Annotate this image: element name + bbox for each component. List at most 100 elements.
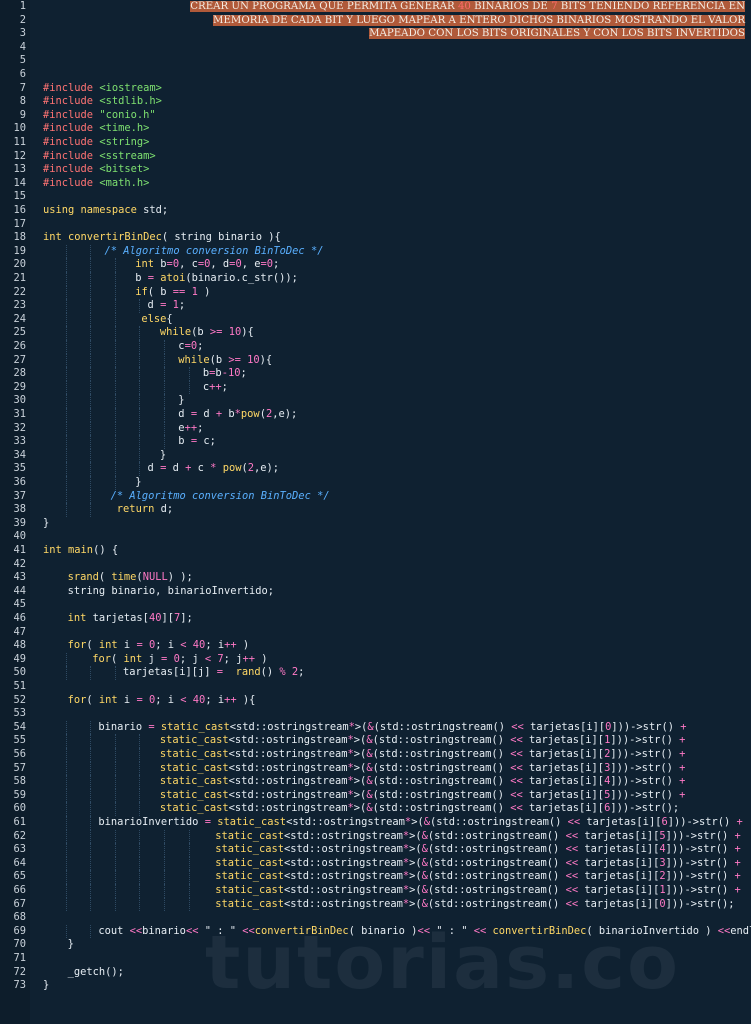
code-token: (std::ostringstream() — [427, 870, 566, 883]
code-line[interactable]: 14 #include <math.h> — [0, 177, 751, 191]
code-line[interactable]: 7 #include <iostream> — [0, 82, 751, 96]
code-line[interactable]: 66 static_cast<std::ostringstream*>(&(std… — [0, 884, 751, 898]
code-line[interactable]: 43 srand( time(NULL) ); — [0, 571, 751, 585]
code-line[interactable]: 51 — [0, 680, 751, 694]
code-line[interactable]: 12 #include <sstream> — [0, 150, 751, 164]
code-text: #include <bitset> — [43, 163, 149, 177]
indent-guide — [114, 748, 116, 762]
code-line[interactable]: 17 — [0, 218, 751, 232]
code-token: >( — [409, 843, 422, 856]
code-line[interactable]: 73} — [0, 979, 751, 993]
code-line[interactable]: 45 — [0, 598, 751, 612]
code-line[interactable]: 5 — [0, 54, 751, 68]
code-token: (std::ostringstream() — [373, 720, 512, 733]
code-line[interactable]: 72 _getch(); — [0, 966, 751, 980]
code-token: <string> — [99, 136, 150, 148]
code-line[interactable]: 2 MEMORIA DE CADA BIT Y LUEGO MAPEAR A EN… — [0, 14, 751, 28]
code-text: binario = static_cast<std::ostringstream… — [98, 721, 686, 735]
code-line[interactable]: 29 c++; — [0, 380, 751, 395]
code-line[interactable]: 11 #include <string> — [0, 136, 751, 150]
code-line[interactable]: 8 #include <stdlib.h> — [0, 95, 751, 109]
code-line[interactable]: 32 e++; — [0, 421, 751, 436]
code-line[interactable]: 49 for( int j = 0; j < 7; j++ ) — [0, 652, 751, 667]
code-line[interactable]: 70} — [0, 938, 751, 952]
code-line[interactable]: 30} — [0, 394, 751, 408]
code-token: >= — [228, 353, 241, 366]
code-line[interactable]: 15 — [0, 190, 751, 204]
code-line[interactable]: 6 — [0, 68, 751, 82]
code-line[interactable]: 46 int tarjetas[40][7]; — [0, 612, 751, 626]
code-line[interactable]: 39} — [0, 517, 751, 531]
code-line[interactable]: 55 static_cast<std::ostringstream*>(&(std… — [0, 734, 751, 748]
code-line[interactable]: 33 b = c; — [0, 435, 751, 449]
code-token: == — [172, 285, 186, 298]
indent-guide — [65, 666, 67, 680]
indent-guide — [164, 870, 165, 884]
code-line[interactable]: 50 tarjetas[i][j] = rand() % 2; — [0, 666, 751, 680]
code-line[interactable]: 27 while(b >= 10){ — [0, 353, 751, 368]
code-line[interactable]: 19 /* Algoritmo conversion BinToDec */ — [0, 244, 751, 259]
code-line[interactable]: 61 binarioInvertido = static_cast<std::os… — [0, 816, 751, 830]
indent-guide — [65, 652, 67, 667]
code-line[interactable]: 9 #include "conio.h" — [0, 109, 751, 123]
code-line[interactable]: 3 MAPEADO CON LOS BITS ORIGINALES Y CON L… — [0, 27, 751, 41]
code-line[interactable]: 56 static_cast<std::ostringstream*>(&(std… — [0, 748, 751, 762]
code-token: tarjetas[i][ — [523, 720, 606, 733]
code-line[interactable]: 41 int main() { — [0, 544, 751, 558]
code-line[interactable]: 47 — [0, 626, 751, 640]
code-line[interactable]: 25 while(b >= 10){ — [0, 326, 751, 340]
code-line[interactable]: 10 #include <time.h> — [0, 122, 751, 136]
code-line[interactable]: 13 #include <bitset> — [0, 163, 751, 177]
code-line[interactable]: 28 b=b-10; — [0, 367, 751, 381]
code-line[interactable]: 38 return d; — [0, 503, 751, 517]
code-line[interactable]: 24 else{ — [0, 312, 751, 327]
code-line[interactable]: 34} — [0, 448, 751, 463]
code-line[interactable]: 23 d = 1; — [0, 299, 751, 313]
code-token: binario — [142, 924, 186, 937]
vertical-scrollbar[interactable] — [745, 0, 751, 1024]
code-text: srand( time(NULL) ); — [68, 571, 193, 585]
code-line[interactable]: 16 using namespace std; — [0, 204, 751, 218]
code-line[interactable]: 71 — [0, 952, 751, 966]
code-line[interactable]: 48 for( int i = 0; i < 40; i++ ) — [0, 639, 751, 653]
code-line[interactable]: 26 c=0; — [0, 340, 751, 354]
code-line[interactable]: 21 b = atoi(binario.c_str()); — [0, 272, 751, 286]
code-line[interactable]: 69 cout <<binario<< " : " <<convertirBinD… — [0, 924, 751, 939]
code-line[interactable]: 58 static_cast<std::ostringstream*>(&(std… — [0, 775, 751, 789]
code-line[interactable]: 35 d = d + c * pow(2,e); — [0, 462, 751, 476]
code-line[interactable]: 37 /* Algoritmo conversion BinToDec */ — [0, 489, 751, 504]
code-line[interactable]: 53 — [0, 707, 751, 721]
code-line[interactable]: 20 int b=0, c=0, d=0, e=0; — [0, 258, 751, 272]
code-line[interactable]: 42 — [0, 558, 751, 572]
code-line[interactable]: 65 static_cast<std::ostringstream*>(&(std… — [0, 870, 751, 884]
code-line[interactable]: 67 static_cast<std::ostringstream*>(&(std… — [0, 897, 751, 912]
code-line[interactable]: 52 for( int i = 0; i < 40; i++ ){ — [0, 694, 751, 708]
code-line[interactable]: 31 d = d + b*pow(2,e); — [0, 408, 751, 422]
line-number: 48 — [13, 639, 26, 652]
code-line[interactable]: 57 static_cast<std::ostringstream*>(&(std… — [0, 761, 751, 776]
line-number: 38 — [13, 503, 26, 516]
code-token: tarjetas[i][ — [578, 884, 660, 896]
code-line[interactable]: 54 binario = static_cast<std::ostringstre… — [0, 720, 751, 735]
code-line[interactable]: 4 — [0, 41, 751, 55]
code-line[interactable]: 18 int convertirBinDec( string binario ){ — [0, 231, 751, 245]
code-line[interactable]: 68 — [0, 911, 751, 925]
code-line[interactable]: 63 static_cast<std::ostringstream*>(&(std… — [0, 843, 751, 857]
code-line[interactable]: 60 static_cast<std::ostringstream*>(&(std… — [0, 802, 751, 816]
code-line[interactable]: 22 if( b == 1 ) — [0, 285, 751, 300]
code-line[interactable]: 62 static_cast<std::ostringstream*>(&(std… — [0, 829, 751, 844]
indent-guide — [114, 788, 116, 803]
indent-guide — [65, 380, 67, 395]
code-token: ; — [197, 421, 204, 434]
line-number: 15 — [13, 190, 26, 203]
code-line[interactable]: 36} — [0, 476, 751, 490]
code-line[interactable]: 64 static_cast<std::ostringstream*>(&(std… — [0, 856, 751, 871]
code-token: + — [680, 720, 687, 733]
code-line[interactable]: 44 string binario, binarioInvertido; — [0, 585, 751, 599]
code-line[interactable]: 59 static_cast<std::ostringstream*>(&(std… — [0, 788, 751, 803]
line-number: 71 — [13, 952, 26, 964]
code-line[interactable]: 1 CREAR UN PROGRAMA QUE PERMITA GENERAR 4… — [0, 0, 751, 14]
code-line[interactable]: 40 — [0, 530, 751, 544]
code-editor[interactable]: 1 CREAR UN PROGRAMA QUE PERMITA GENERAR 4… — [0, 0, 751, 1024]
indent-guide — [139, 435, 141, 449]
